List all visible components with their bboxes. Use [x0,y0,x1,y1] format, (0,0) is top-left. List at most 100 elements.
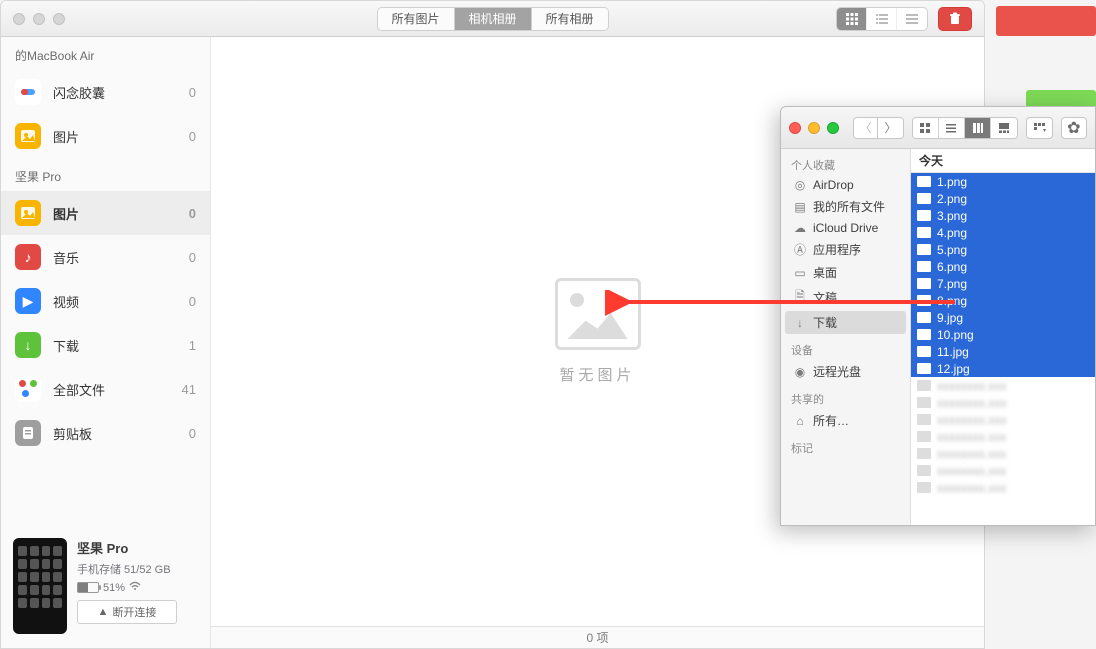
sidebar-item-capsule[interactable]: 闪念胶囊 0 [1,70,210,114]
finder-side-item[interactable]: ↓下载 [785,311,906,334]
disconnect-button[interactable]: ▲ 断开连接 [77,600,177,624]
file-thumb-icon [917,312,931,323]
finder-file-list: 今天 1.png 2.png3.png4.png 5.png 6.png7.png8.… [911,149,1095,525]
finder-file-row[interactable]: 7.png [911,275,1095,292]
arrange-button[interactable] [1026,117,1052,139]
finder-file-row[interactable]: 2.png [911,190,1095,207]
folder-icon: ▭ [793,266,807,280]
sidebar-item-count: 0 [189,206,196,221]
finder-side-item[interactable]: ▤我的所有文件 [781,195,910,218]
sidebar-item-music[interactable]: ♪ 音乐 0 [1,235,210,279]
sidebar-section-macbook: 的MacBook Air [1,37,210,70]
sidebar-item-count: 0 [189,250,196,265]
column-view-icon[interactable] [965,118,991,138]
disconnect-label: 断开连接 [112,604,156,620]
file-name: 2.png [937,192,967,206]
zoom-icon[interactable] [827,122,839,134]
sidebar-item-clipboard[interactable]: 剪贴板 0 [1,411,210,455]
finder-side-label: 桌面 [813,264,837,281]
finder-side-item[interactable]: ◉远程光盘 [781,360,910,383]
finder-side-favorites-head: 个人收藏 [781,149,910,175]
finder-file-row[interactable]: 1.png [911,173,1095,190]
finder-side-label: 应用程序 [813,241,861,258]
zoom-icon[interactable] [53,13,65,25]
photos-icon [15,200,41,226]
finder-file-row[interactable]: 3.png [911,207,1095,224]
gallery-view-icon[interactable] [991,118,1017,138]
sidebar-item-count: 0 [189,294,196,309]
tab-all-albums[interactable]: 所有相册 [532,8,608,30]
finder-file-row[interactable]: 12.jpg [911,360,1095,377]
finder-traffic-lights [789,122,839,134]
finder-file-row[interactable]: xxxxxxxx.xxx [911,394,1095,411]
action-button[interactable]: ✿ [1061,117,1087,139]
finder-file-row[interactable]: 9.jpg [911,309,1095,326]
file-name: 12.jpg [937,362,970,376]
finder-file-row[interactable]: xxxxxxxx.xxx [911,479,1095,496]
file-name: 5.png [937,243,967,257]
finder-file-row[interactable]: xxxxxxxx.xxx [911,377,1095,394]
finder-file-row[interactable]: 11.jpg [911,343,1095,360]
finder-side-label: 文稿 [813,289,837,306]
device-storage: 手机存储 51/52 GB [77,561,198,577]
finder-side-item[interactable]: ▭ 桌面 [781,261,910,284]
finder-toolbar: 〈 〉 ✿ [781,107,1095,149]
video-icon: ▶ [15,288,41,314]
compact-view-icon[interactable] [897,8,927,30]
finder-side-item[interactable]: 🗎 文稿 [781,284,910,311]
file-name: xxxxxxxx.xxx [937,447,1006,461]
sidebar-item-label: 视频 [53,292,79,311]
finder-side-label: AirDrop [813,178,854,192]
tab-camera-album[interactable]: 相机相册 [454,8,531,30]
tab-all-photos[interactable]: 所有图片 [377,8,454,30]
folder-icon: ☁ [793,221,807,235]
icon-view-icon[interactable] [913,118,939,138]
sidebar-item-downloads[interactable]: ↓ 下载 1 [1,323,210,367]
sidebar-item-video[interactable]: ▶ 视频 0 [1,279,210,323]
file-name: xxxxxxxx.xxx [937,481,1006,495]
file-name: 9.jpg [937,311,963,325]
clipboard-icon [15,420,41,446]
finder-group-head: 今天 [911,149,1095,173]
sidebar-item-label: 闪念胶囊 [53,83,105,102]
battery-pct: 51% [103,582,125,594]
close-icon[interactable] [13,13,25,25]
back-button[interactable]: 〈 [854,118,878,138]
finder-side-item[interactable]: ☁iCloud Drive [781,218,910,238]
finder-file-row[interactable]: xxxxxxxx.xxx [911,428,1095,445]
album-tabs: 所有图片 相机相册 所有相册 [376,7,608,31]
close-icon[interactable] [789,122,801,134]
file-name: xxxxxxxx.xxx [937,396,1006,410]
forward-button[interactable]: 〉 [878,118,902,138]
finder-file-row[interactable]: xxxxxxxx.xxx [911,411,1095,428]
finder-file-row[interactable]: 5.png [911,241,1095,258]
list-view-icon[interactable] [939,118,965,138]
delete-button[interactable] [938,7,972,31]
finder-side-item[interactable]: ◎AirDrop [781,175,910,195]
view-mode-group [836,7,928,31]
file-thumb-icon [917,210,931,221]
finder-file-row[interactable]: 4.png [911,224,1095,241]
sidebar-item-photos-phone[interactable]: 图片 0 [1,191,210,235]
file-thumb-icon [917,346,931,357]
finder-file-row[interactable]: 10.png [911,326,1095,343]
minimize-icon[interactable] [33,13,45,25]
minimize-icon[interactable] [808,122,820,134]
finder-nav-arrows: 〈 〉 [853,117,904,139]
finder-file-row[interactable]: 6.png [911,258,1095,275]
file-thumb-icon [917,363,931,374]
finder-side-item[interactable]: ⌂所有… [781,409,910,432]
finder-body: 个人收藏 ◎AirDrop▤我的所有文件☁iCloud DriveⒶ应用程序 ▭ 桌… [781,149,1095,525]
grid-view-icon[interactable] [837,8,867,30]
sidebar-item-all-files[interactable]: 全部文件 41 [1,367,210,411]
empty-text: 暂无图片 [559,364,635,385]
file-name: 6.png [937,260,967,274]
list-view-icon[interactable] [867,8,897,30]
sidebar-item-photos-mac[interactable]: 图片 0 [1,114,210,158]
finder-file-row[interactable]: xxxxxxxx.xxx [911,445,1095,462]
finder-side-item[interactable]: Ⓐ应用程序 [781,238,910,261]
finder-file-row[interactable]: xxxxxxxx.xxx [911,462,1095,479]
finder-side-label: 我的所有文件 [813,198,885,215]
finder-file-row[interactable]: 8.png [911,292,1095,309]
folder-icon: 🗎 [793,287,807,308]
